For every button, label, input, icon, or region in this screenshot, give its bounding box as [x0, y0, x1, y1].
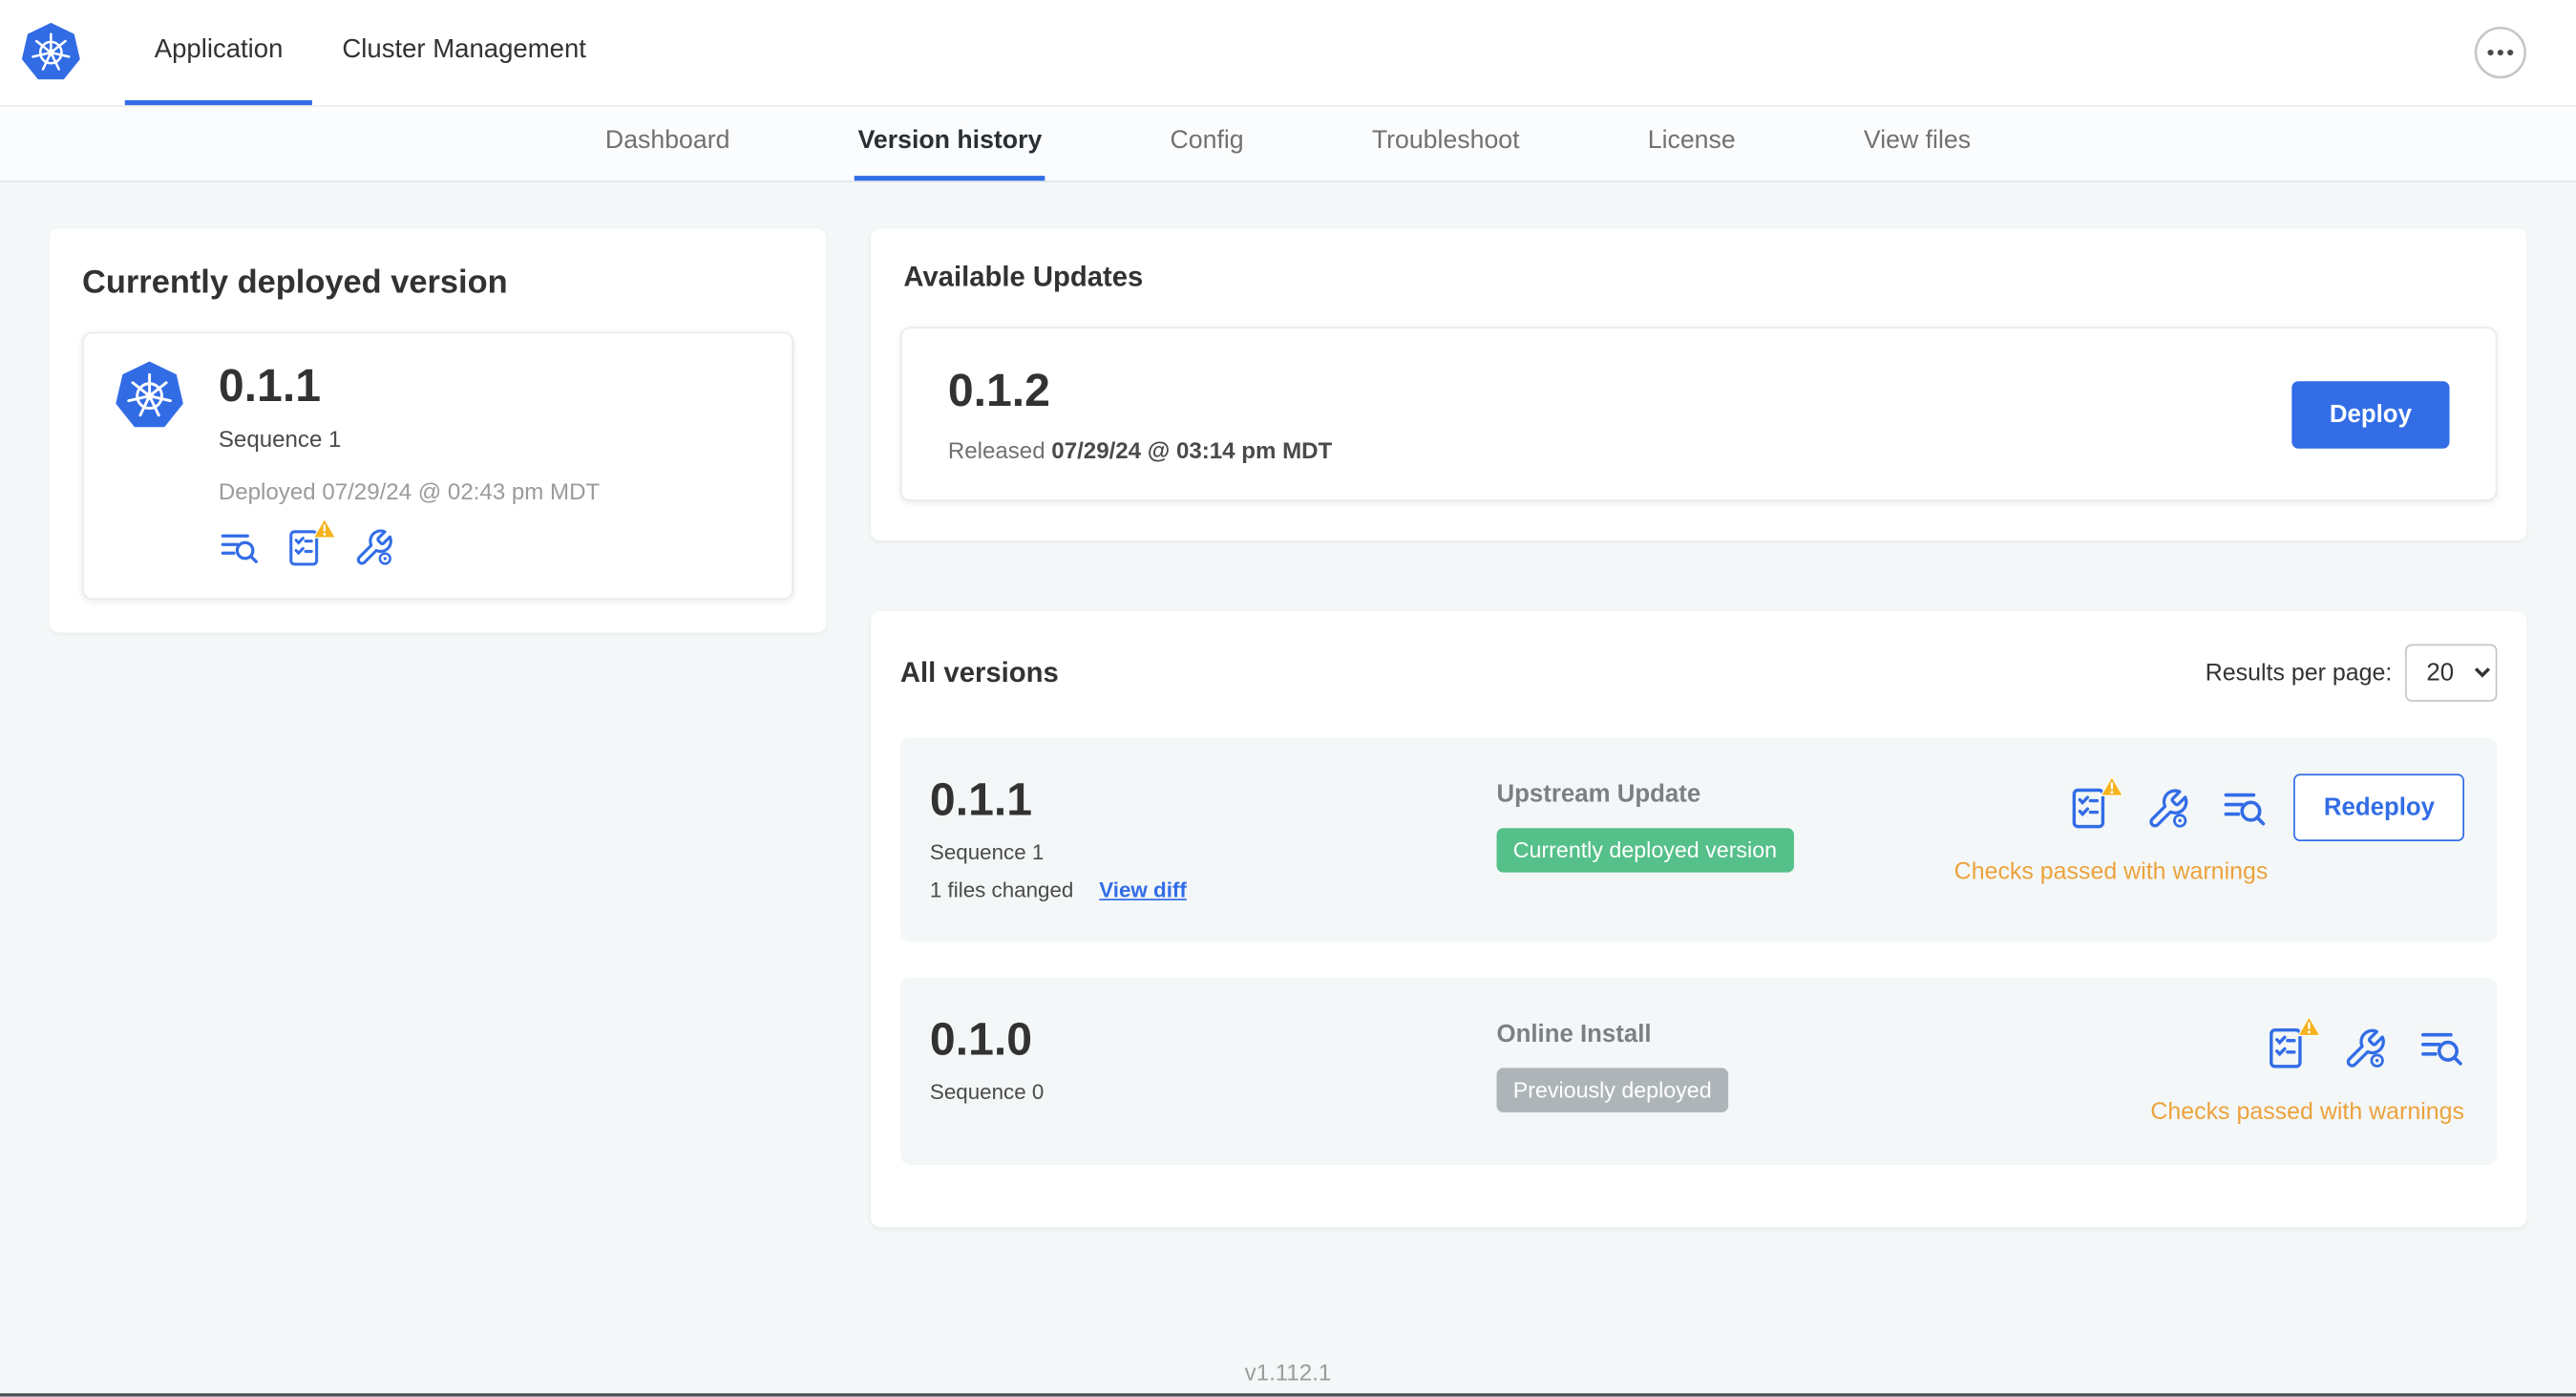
tab-application-label: Application [154, 34, 284, 64]
version-source-label: Upstream Update [1496, 780, 1701, 809]
version-action-icons [2069, 775, 2268, 831]
subnav-item-view-files[interactable]: View files [1860, 107, 1974, 180]
subnav-version-history-label: Version history [857, 126, 1043, 155]
update-info: 0.1.2 Released 07/29/24 @ 03:14 pm MDT [948, 365, 1332, 463]
update-version-number: 0.1.2 [947, 364, 1050, 416]
subnav-troubleshoot-label: Troubleshoot [1371, 126, 1520, 155]
version-sequence: Sequence 1 [929, 839, 1045, 865]
main-content: Currently deployed version 0.1.1 Sequenc… [0, 182, 2576, 1228]
top-nav: Application Cluster Management [124, 0, 616, 106]
preflight-checks-warning-icon[interactable] [285, 518, 337, 568]
tab-cluster-management[interactable]: Cluster Management [312, 0, 615, 105]
version-sequence: Sequence 0 [929, 1079, 1045, 1105]
subnav-item-troubleshoot[interactable]: Troubleshoot [1368, 107, 1523, 180]
preflight-status[interactable]: Checks passed with warnings [2150, 1099, 2464, 1126]
icons-and-status: Checks passed with warnings [1954, 773, 2269, 886]
version-number: 0.1.0 [929, 1013, 1033, 1065]
currently-deployed-badge: Currently deployed version [1496, 828, 1794, 873]
files-changed-line: 1 files changed View diff [930, 878, 1497, 902]
app-subnav: Dashboard Version history Config Trouble… [0, 105, 2576, 182]
app-version-label: v1.112.1 [1244, 1358, 1332, 1386]
top-bar: Application Cluster Management [0, 0, 2576, 106]
deployed-version-panel: 0.1.1 Sequence 1 Deployed 07/29/24 @ 02:… [82, 331, 794, 601]
available-update-row: 0.1.2 Released 07/29/24 @ 03:14 pm MDT D… [899, 327, 2498, 501]
deploy-logs-icon[interactable] [2222, 785, 2268, 831]
subnav-config-label: Config [1170, 126, 1244, 155]
version-row-info: 0.1.1 Sequence 1 1 files changed View di… [930, 773, 1497, 901]
currently-deployed-card: Currently deployed version 0.1.1 Sequenc… [49, 228, 827, 633]
released-label: Released [947, 436, 1045, 464]
released-timestamp: 07/29/24 @ 03:14 pm MDT [1051, 436, 1333, 464]
subnav-item-config[interactable]: Config [1167, 107, 1247, 180]
page-footer: v1.112.1 [0, 1359, 2576, 1388]
results-per-page-label: Results per page: [2205, 659, 2393, 687]
config-icon[interactable] [2343, 1027, 2387, 1070]
deployed-timestamp: Deployed 07/29/24 @ 02:43 pm MDT [218, 477, 601, 505]
deploy-logs-icon[interactable] [219, 527, 260, 568]
right-column: Available Updates 0.1.2 Released 07/29/2… [870, 228, 2527, 1228]
version-row-actions: Checks passed with warnings [2150, 1014, 2464, 1126]
warning-triangle-icon [2296, 1015, 2322, 1037]
redeploy-button[interactable]: Redeploy [2293, 773, 2464, 841]
previously-deployed-badge: Previously deployed [1496, 1068, 1728, 1112]
version-row: 0.1.1 Sequence 1 1 files changed View di… [899, 737, 2498, 942]
overflow-menu-button[interactable] [2474, 26, 2526, 79]
version-row-actions: Checks passed with warnings Redeploy [1954, 773, 2464, 885]
config-icon[interactable] [2146, 786, 2190, 830]
subnav-item-dashboard[interactable]: Dashboard [602, 107, 732, 180]
all-versions-header: All versions Results per page: 20 [899, 644, 2498, 702]
version-number: 0.1.1 [929, 773, 1033, 825]
tab-application[interactable]: Application [124, 0, 313, 106]
warning-triangle-icon [2101, 775, 2125, 796]
available-updates-title: Available Updates [903, 261, 1144, 293]
version-row: 0.1.0 Sequence 0 Online Install Previous… [899, 977, 2498, 1165]
deploy-logs-icon[interactable] [2418, 1026, 2464, 1071]
window-bottom-edge [0, 1393, 2576, 1397]
deployed-version-number: 0.1.1 [218, 359, 322, 412]
subnav-view-files-label: View files [1863, 126, 1972, 155]
version-source-label: Online Install [1496, 1020, 1652, 1048]
subnav-dashboard-label: Dashboard [604, 126, 730, 155]
deployed-action-icons [219, 518, 600, 568]
update-released-line: Released 07/29/24 @ 03:14 pm MDT [948, 437, 1332, 464]
preflight-checks-warning-icon[interactable] [2266, 1015, 2322, 1071]
preflight-checks-warning-icon[interactable] [2069, 775, 2125, 831]
view-diff-link[interactable]: View diff [1099, 878, 1187, 902]
currently-deployed-title: Currently deployed version [82, 265, 508, 301]
tab-cluster-management-label: Cluster Management [342, 34, 586, 64]
preflight-status[interactable]: Checks passed with warnings [1954, 859, 2269, 886]
subnav-item-version-history[interactable]: Version history [855, 107, 1045, 181]
files-changed-label: 1 files changed [929, 877, 1074, 902]
subnav-license-label: License [1647, 126, 1736, 155]
all-versions-title: All versions [899, 656, 1059, 688]
available-updates-card: Available Updates 0.1.2 Released 07/29/2… [870, 228, 2527, 541]
warning-triangle-icon [312, 518, 337, 539]
config-icon[interactable] [353, 527, 394, 568]
version-row-info: 0.1.0 Sequence 0 [930, 1014, 1497, 1105]
results-per-page-select[interactable]: 20 [2405, 644, 2498, 702]
kubernetes-icon [114, 360, 186, 569]
kots-admin-console: Application Cluster Management Dashboard… [0, 0, 2576, 1397]
version-action-icons [2266, 1015, 2464, 1071]
kubernetes-logo [20, 0, 82, 105]
deploy-button[interactable]: Deploy [2291, 380, 2450, 448]
icons-and-status: Checks passed with warnings [2150, 1014, 2464, 1126]
deployed-version-info: 0.1.1 Sequence 1 Deployed 07/29/24 @ 02:… [219, 360, 600, 569]
deployed-sequence: Sequence 1 [218, 425, 342, 453]
version-row-source: Upstream Update Currently deployed versi… [1496, 773, 1954, 873]
subnav-item-license[interactable]: License [1644, 107, 1739, 180]
results-per-page: Results per page: 20 [2205, 644, 2498, 702]
version-row-source: Online Install Previously deployed [1496, 1014, 2151, 1112]
all-versions-card: All versions Results per page: 20 0.1.1 … [870, 611, 2527, 1228]
